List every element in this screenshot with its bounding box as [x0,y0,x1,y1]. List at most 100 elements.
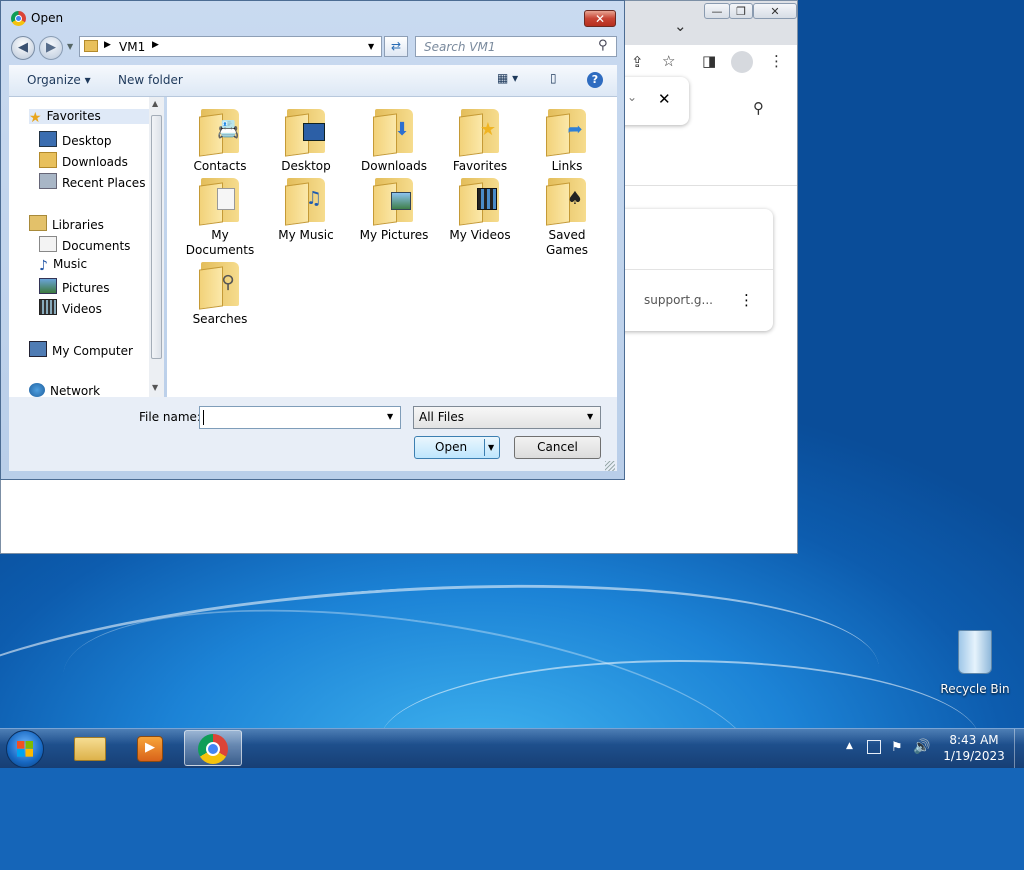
start-button[interactable] [6,730,44,768]
nav-network[interactable]: Network [29,383,100,398]
chevron-down-icon[interactable]: ⌄ [627,90,637,104]
nav-favorites[interactable]: ★ Favorites [29,109,149,126]
breadcrumb-arrow-icon[interactable]: ▶ [104,40,111,50]
nav-libraries[interactable]: Libraries [29,215,104,232]
links-icon: ➦ [567,119,583,140]
folder-links[interactable]: ➦ Links [529,105,605,174]
libraries-icon [29,215,47,231]
scroll-down-icon[interactable]: ▼ [152,383,158,392]
open-dropdown-icon[interactable]: ▼ [488,437,494,458]
music-icon: ♫ [305,188,323,209]
recycle-bin[interactable]: Recycle Bin [940,630,1010,696]
documents-icon [39,236,57,252]
videos-icon [39,299,57,315]
desktop-icon [39,131,57,147]
network-tray-icon[interactable] [867,740,881,754]
side-panel-icon[interactable]: ◨ [702,52,716,70]
folder-downloads[interactable]: ⬇ Downloads [356,105,432,174]
breadcrumb-vm1[interactable]: VM1 [119,40,145,54]
search-icon[interactable]: ⚲ [598,38,608,53]
show-desktop-button[interactable] [1014,729,1024,768]
volume-icon[interactable]: 🔊 [913,739,930,755]
tray-overflow-icon[interactable]: ▲ [846,741,853,751]
folder-icon [84,40,98,52]
folder-my-videos[interactable]: My Videos [442,174,518,243]
maximize-button[interactable]: ❐ [729,3,753,19]
nav-recent-places[interactable]: Recent Places [39,173,145,190]
folder-icon [74,737,106,761]
documents-icon [217,188,235,210]
contacts-icon: 📇 [217,119,240,140]
folder-searches[interactable]: ⚲ Searches [182,258,258,327]
open-dialog[interactable]: Open ✕ ◀ ▶ ▼ ▶ VM1 ▶ ▼ ⇄ Search VM1 ⚲ Or… [0,0,625,480]
bookmark-star-icon[interactable]: ☆ [662,52,675,70]
media-player-icon: ▶ [137,736,163,762]
chrome-logo-icon [11,11,26,26]
file-type-select[interactable]: All Files ▼ [413,406,601,429]
taskbar-media-player[interactable]: ▶ [122,730,178,766]
file-name-input[interactable]: ▼ [199,406,401,429]
view-options-icon[interactable]: ▦ ▾ [497,71,518,85]
menu-dots-icon[interactable]: ⋮ [769,52,784,70]
forward-button[interactable]: ▶ [39,36,63,60]
back-button[interactable]: ◀ [11,36,35,60]
dialog-close-button[interactable]: ✕ [584,10,616,27]
downloads-folder-icon [39,152,57,168]
nav-my-computer[interactable]: My Computer [29,341,133,358]
close-icon[interactable]: ✕ [658,90,671,108]
profile-avatar[interactable] [731,51,753,73]
file-name-dropdown-icon[interactable]: ▼ [387,412,393,421]
share-icon[interactable]: ⇪ [631,53,644,71]
action-center-flag-icon[interactable]: ⚑ [891,740,903,755]
nav-scroll-thumb[interactable] [151,115,162,359]
recent-places-icon [39,173,57,189]
recycle-bin-icon [958,630,992,674]
taskbar-chrome[interactable] [184,730,242,766]
address-dropdown-icon[interactable]: ▼ [368,42,374,51]
folder-my-music[interactable]: ♫ My Music [268,174,344,243]
scroll-up-icon[interactable]: ▲ [152,99,158,108]
network-icon [29,383,45,397]
open-button[interactable]: Open ▼ [414,436,500,459]
cancel-button[interactable]: Cancel [514,436,601,459]
close-window-button[interactable]: ✕ [753,3,797,19]
help-button[interactable]: ? [587,72,603,88]
nav-downloads[interactable]: Downloads [39,152,128,169]
nav-music[interactable]: ♪ Music [39,257,87,274]
search-placeholder: Search VM1 [424,40,496,54]
folder-contacts[interactable]: 📇 Contacts [182,105,258,174]
folder-my-documents[interactable]: My Documents [182,174,258,258]
system-clock[interactable]: 8:43 AM 1/19/2023 [938,732,1010,764]
search-box[interactable]: Search VM1 ⚲ [415,36,617,57]
breadcrumb-arrow-icon[interactable]: ▶ [152,40,159,50]
chess-icon: ♠ [566,188,584,209]
address-bar[interactable]: ▶ VM1 ▶ ▼ [79,36,382,57]
file-type-dropdown-icon[interactable]: ▼ [587,412,593,421]
resize-grip[interactable] [605,461,615,471]
folder-my-pictures[interactable]: My Pictures [356,174,432,243]
videos-icon [477,188,497,210]
nav-pictures[interactable]: Pictures [39,278,110,295]
folder-desktop[interactable]: Desktop [268,105,344,174]
preview-pane-icon[interactable]: ▯ [550,71,557,85]
result-url[interactable]: support.g... [644,293,713,307]
clock-time: 8:43 AM [949,733,999,747]
refresh-button[interactable]: ⇄ [384,36,408,57]
search-icon[interactable]: ⚲ [753,99,764,117]
nav-videos[interactable]: Videos [39,299,102,316]
taskbar-explorer[interactable] [62,730,118,766]
folder-saved-games[interactable]: ♠ Saved Games [529,174,605,258]
minimize-button[interactable]: — [704,3,730,19]
new-folder-button[interactable]: New folder [118,73,183,87]
organize-menu[interactable]: Organize ▾ [27,73,91,87]
recent-pages-chevron-icon[interactable]: ▼ [67,42,73,51]
nav-desktop[interactable]: Desktop [39,131,112,148]
magnifier-icon: ⚲ [221,272,235,293]
dialog-title: Open [31,11,64,25]
result-card: support.g... ⋮ [601,209,773,331]
folder-favorites[interactable]: ★ Favorites [442,105,518,174]
pictures-icon [39,278,57,294]
result-menu-icon[interactable]: ⋮ [739,291,754,309]
nav-documents[interactable]: Documents [39,236,130,253]
tab-search-chevron-icon[interactable]: ⌄ [674,17,687,35]
